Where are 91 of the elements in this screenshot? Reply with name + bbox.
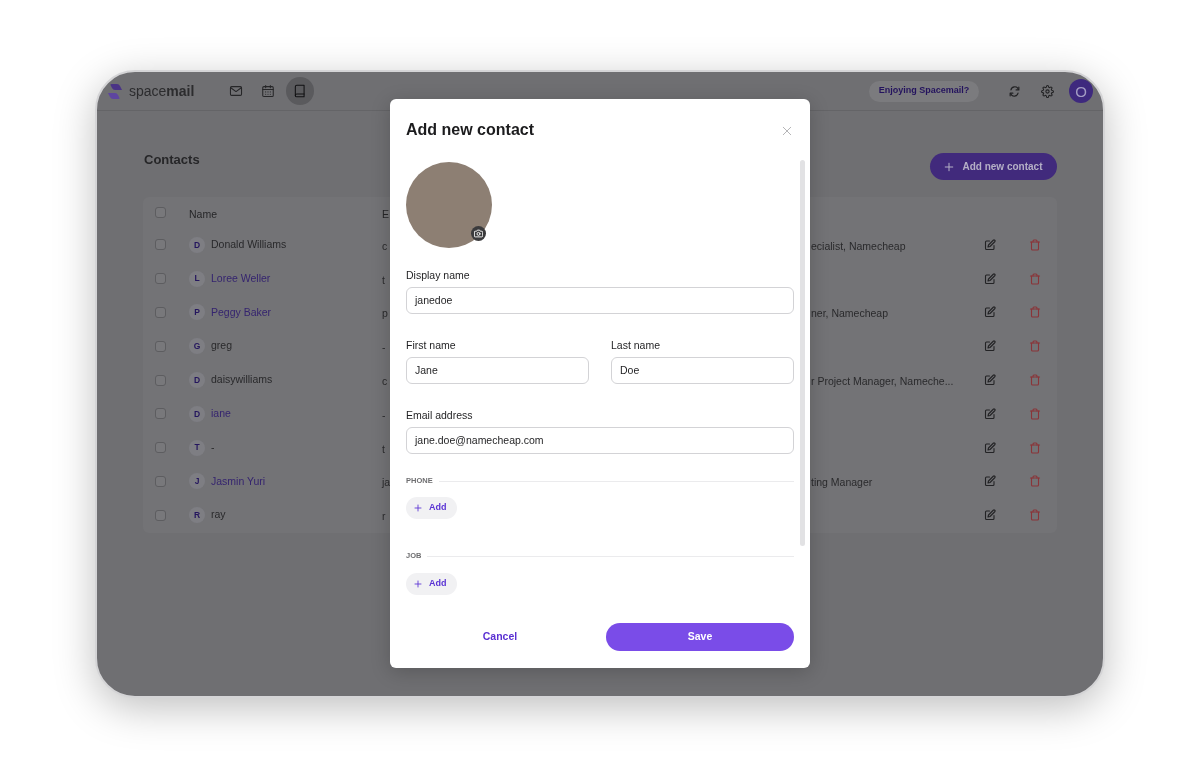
contact-name[interactable]: greg	[211, 338, 232, 355]
table-cell: ja	[382, 476, 391, 489]
column-header[interactable]: Name	[189, 207, 217, 220]
contact-initial: T	[189, 439, 205, 456]
trash-icon[interactable]	[1029, 272, 1041, 285]
table-cell: c	[382, 375, 388, 388]
add-contact-button[interactable]: Add new contact	[930, 153, 1057, 180]
plus-icon	[414, 580, 422, 588]
calendar-icon	[261, 84, 275, 98]
table-cell: -	[382, 408, 386, 421]
table-cell: r Project Manager, Nameche...	[811, 375, 954, 388]
contact-name[interactable]: ray	[211, 507, 226, 524]
logo-text: spacemail	[129, 83, 195, 99]
edit-icon[interactable]	[984, 238, 996, 251]
table-cell: ting Manager	[811, 476, 873, 489]
feedback-button[interactable]: Enjoying Spacemail?	[869, 80, 979, 102]
checkbox[interactable]	[155, 239, 166, 251]
checkbox[interactable]	[155, 475, 166, 487]
contact-name[interactable]: Loree Weller	[211, 270, 271, 287]
contact-initial: D	[189, 236, 205, 253]
checkbox[interactable]	[155, 442, 166, 454]
field-label: Email address	[406, 408, 474, 422]
checkbox[interactable]	[155, 307, 166, 318]
dialog-title: Add new contact	[406, 120, 534, 140]
contact-initial: G	[189, 338, 205, 355]
column-header[interactable]: E	[382, 207, 389, 220]
page-title: Contacts	[143, 152, 200, 167]
checkbox[interactable]	[155, 207, 166, 218]
field-label: Last name	[611, 338, 662, 352]
nav-tab[interactable]	[286, 77, 314, 105]
trash-icon[interactable]	[1029, 509, 1041, 522]
checkbox[interactable]	[155, 340, 166, 352]
edit-icon[interactable]	[984, 340, 996, 353]
trash-icon[interactable]	[1029, 441, 1041, 454]
table-cell: c	[382, 239, 388, 252]
contact-name[interactable]: -	[211, 439, 215, 456]
save-button[interactable]: Save	[606, 623, 794, 651]
add-button[interactable]: Add	[406, 497, 457, 519]
table-cell: t	[382, 442, 385, 455]
contact-initial: D	[189, 405, 205, 422]
settings-icon[interactable]	[1041, 84, 1054, 98]
trash-icon[interactable]	[1029, 306, 1041, 319]
contact-initial: R	[189, 507, 205, 524]
contact-name[interactable]: Peggy Baker	[211, 304, 272, 321]
logo-icon	[107, 82, 123, 100]
add-button[interactable]: Add	[406, 573, 457, 595]
table-cell: p	[382, 307, 388, 320]
trash-icon[interactable]	[1029, 238, 1041, 251]
contact-initial: D	[189, 372, 205, 389]
edit-icon[interactable]	[984, 509, 996, 522]
table-cell: t	[382, 273, 385, 286]
trash-icon[interactable]	[1029, 374, 1041, 387]
contact-name[interactable]: Jasmin Yuri	[211, 473, 266, 490]
checkbox[interactable]	[155, 509, 166, 521]
edit-icon[interactable]	[984, 374, 996, 387]
table-cell: ner, Namecheap	[811, 307, 889, 320]
edit-icon[interactable]	[984, 306, 996, 319]
checkbox[interactable]	[155, 408, 166, 420]
field-label: Display name	[406, 268, 471, 282]
trash-icon[interactable]	[1029, 340, 1041, 353]
contact-name[interactable]: daisywilliams	[211, 372, 273, 388]
trash-icon[interactable]	[1029, 407, 1041, 420]
sync-icon[interactable]	[1008, 84, 1021, 98]
user-avatar[interactable]: O	[1069, 79, 1093, 103]
mail-icon	[229, 84, 243, 98]
table-cell: -	[382, 341, 386, 354]
field-label: First name	[406, 338, 457, 352]
edit-icon[interactable]	[984, 441, 996, 454]
book-icon	[293, 84, 307, 98]
edit-icon[interactable]	[984, 272, 996, 285]
contact-initial: L	[189, 270, 205, 287]
text-field[interactable]: Doe	[611, 357, 794, 384]
text-field[interactable]: jane.doe@namecheap.com	[406, 427, 794, 454]
contact-name[interactable]: Donald Williams	[211, 237, 287, 253]
plus-icon	[414, 504, 422, 512]
edit-icon[interactable]	[984, 475, 996, 488]
plus-icon	[944, 161, 955, 172]
text-field[interactable]: janedoe	[406, 287, 794, 314]
checkbox[interactable]	[155, 374, 166, 386]
cancel-button[interactable]: Cancel	[406, 623, 594, 651]
trash-icon[interactable]	[1029, 475, 1041, 488]
checkbox[interactable]	[155, 273, 166, 285]
contact-initial: P	[189, 304, 205, 321]
text-field[interactable]: Jane	[406, 357, 589, 384]
contact-initial: J	[189, 473, 205, 490]
close-icon[interactable]	[782, 125, 792, 136]
table-cell: r	[382, 510, 386, 523]
scrollbar-thumb[interactable]	[800, 160, 805, 546]
table-cell: ecialist, Namecheap	[811, 239, 906, 252]
edit-icon[interactable]	[984, 407, 996, 420]
contact-name[interactable]: iane	[211, 406, 231, 422]
